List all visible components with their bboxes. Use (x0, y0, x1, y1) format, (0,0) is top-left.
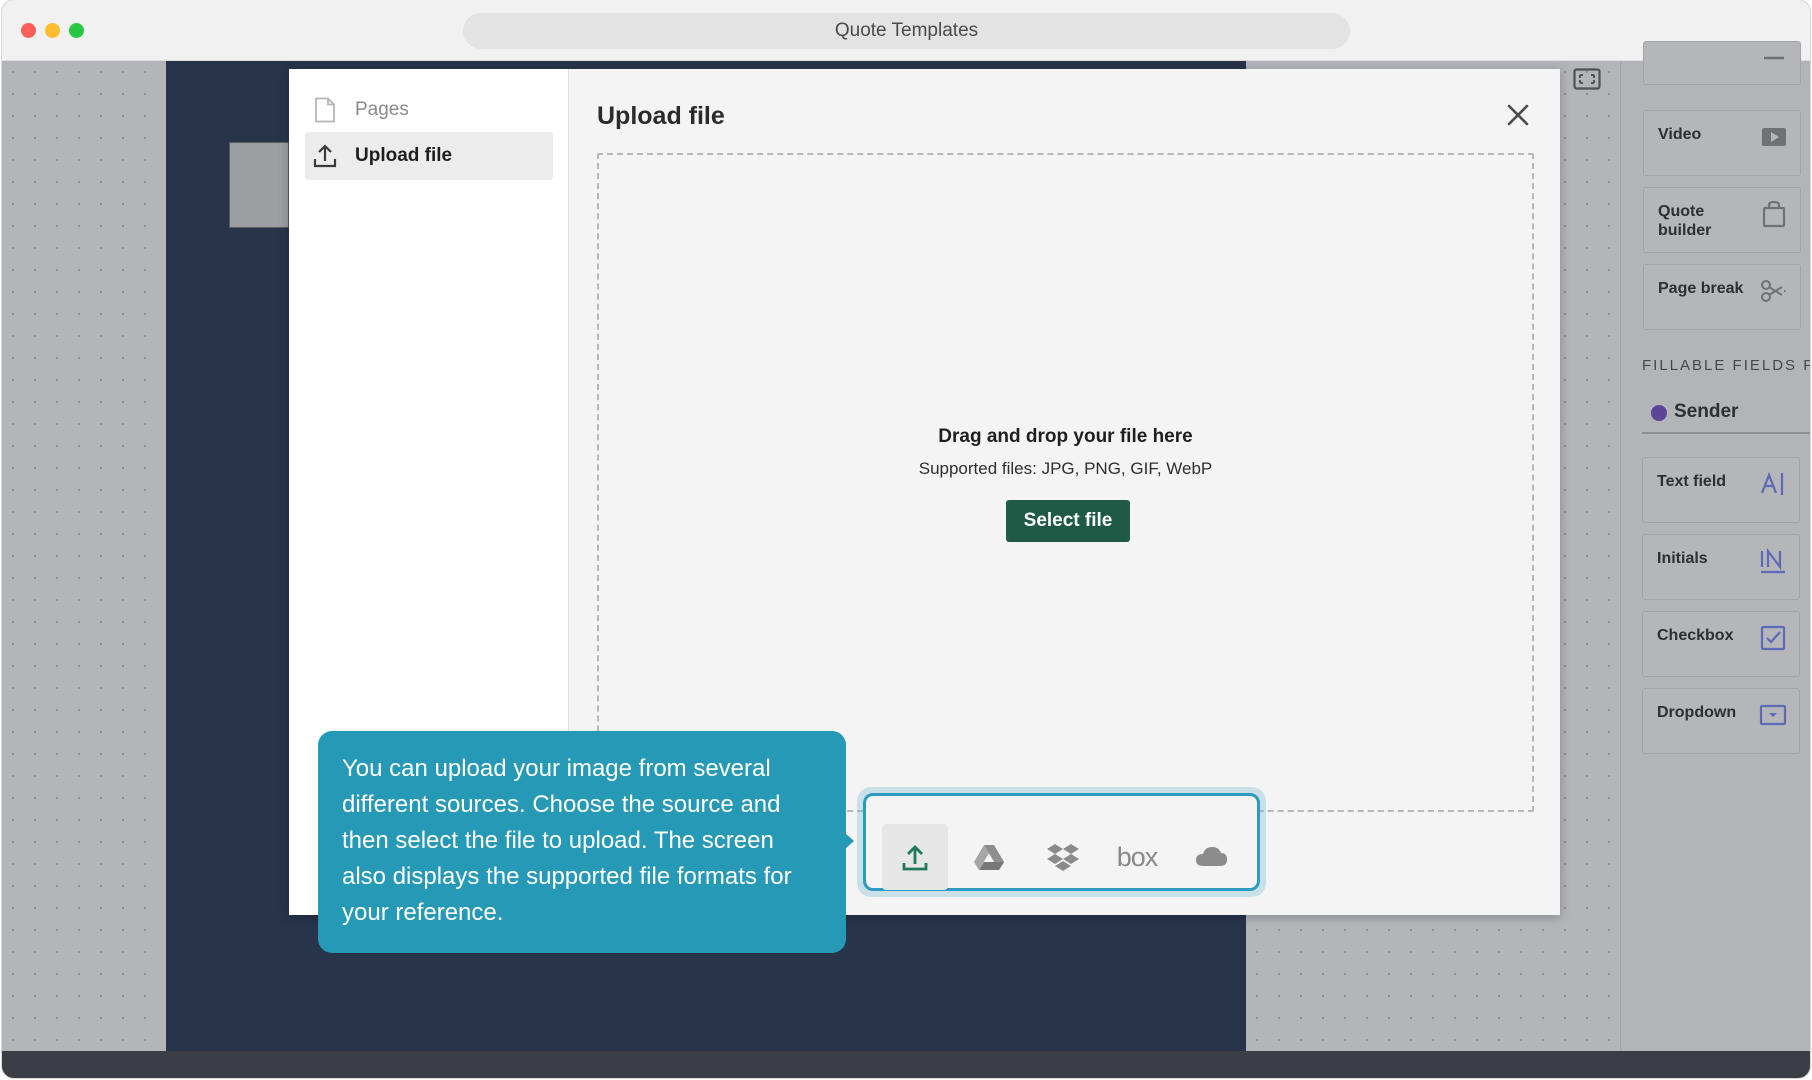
source-box-button[interactable]: box (1104, 824, 1170, 890)
window-title: Quote Templates (463, 13, 1350, 49)
supported-files-text: Supported files: JPG, PNG, GIF, WebP (918, 459, 1213, 478)
cloud-icon (1196, 847, 1227, 866)
document-block (229, 142, 289, 228)
scissors-icon (1761, 280, 1787, 302)
side-card-label: Quote builder (1658, 203, 1712, 239)
side-card-partial[interactable] (1643, 41, 1801, 85)
side-card-page-break[interactable]: Page break (1643, 264, 1801, 330)
guide-tooltip: You can upload your image from several d… (318, 731, 846, 953)
upload-icon (313, 144, 337, 168)
shopping-bag-icon (1762, 200, 1786, 228)
side-card-quote-builder[interactable]: Quote builder (1643, 187, 1801, 253)
dropzone-title: Drag and drop your file here (938, 426, 1193, 447)
dialog-nav-label: Upload file (355, 145, 453, 166)
dialog-nav-label: Pages (355, 99, 409, 120)
select-file-button[interactable]: Select file (1006, 500, 1130, 542)
minimize-window-button[interactable] (45, 23, 60, 38)
tooltip-text: You can upload your image from several d… (342, 755, 792, 926)
dialog-title: Upload file (597, 102, 725, 130)
side-card-video[interactable]: Video (1643, 110, 1801, 176)
source-onedrive-button[interactable] (1178, 824, 1244, 890)
field-card-dropdown[interactable]: Dropdown (1642, 688, 1800, 754)
checkbox-icon (1760, 625, 1786, 651)
initials-icon (1760, 547, 1785, 574)
google-drive-icon (974, 845, 1004, 870)
status-bar (2, 1051, 1810, 1078)
menu-lines-icon (1764, 56, 1784, 60)
fullscreen-icon[interactable] (1573, 68, 1601, 90)
maximize-window-button[interactable] (69, 23, 84, 38)
side-card-label: Video (1658, 126, 1702, 143)
video-play-icon (1762, 128, 1786, 146)
upload-icon (902, 845, 928, 871)
fillable-fields-heading: FILLABLE FIELDS F (1642, 357, 1810, 374)
sender-label: Sender (1674, 401, 1739, 422)
dropbox-icon (1047, 844, 1079, 871)
field-card-checkbox[interactable]: Checkbox (1642, 611, 1800, 677)
dialog-nav-pages[interactable]: Pages (305, 86, 553, 134)
editor-canvas-left (2, 61, 166, 1051)
field-card-label: Text field (1657, 473, 1727, 490)
source-computer-upload-button[interactable] (882, 824, 948, 890)
box-icon: box (1116, 841, 1159, 872)
source-google-drive-button[interactable] (956, 824, 1022, 890)
field-card-label: Initials (1657, 550, 1708, 567)
page-icon (315, 97, 335, 123)
source-dropbox-button[interactable] (1030, 824, 1096, 890)
dialog-nav-upload-file[interactable]: Upload file (305, 132, 553, 180)
text-cursor-icon (1760, 471, 1784, 495)
close-window-button[interactable] (21, 23, 36, 38)
sender-color-dot (1651, 405, 1667, 421)
field-card-label: Checkbox (1657, 627, 1734, 644)
side-card-label: Page break (1658, 280, 1744, 297)
close-icon[interactable] (1502, 99, 1534, 131)
title-bar: Quote Templates (2, 0, 1810, 61)
app-window: Quote Templates Video Quote builder Page… (2, 0, 1810, 1078)
tooltip-pointer (845, 833, 854, 849)
dropdown-icon (1759, 704, 1787, 726)
field-card-initials[interactable]: Initials (1642, 534, 1800, 600)
field-card-text-field[interactable]: Text field (1642, 457, 1800, 523)
field-card-label: Dropdown (1657, 704, 1737, 721)
file-dropzone[interactable]: Drag and drop your file here Supported f… (597, 153, 1534, 812)
sender-selector[interactable]: Sender (1642, 394, 1810, 434)
